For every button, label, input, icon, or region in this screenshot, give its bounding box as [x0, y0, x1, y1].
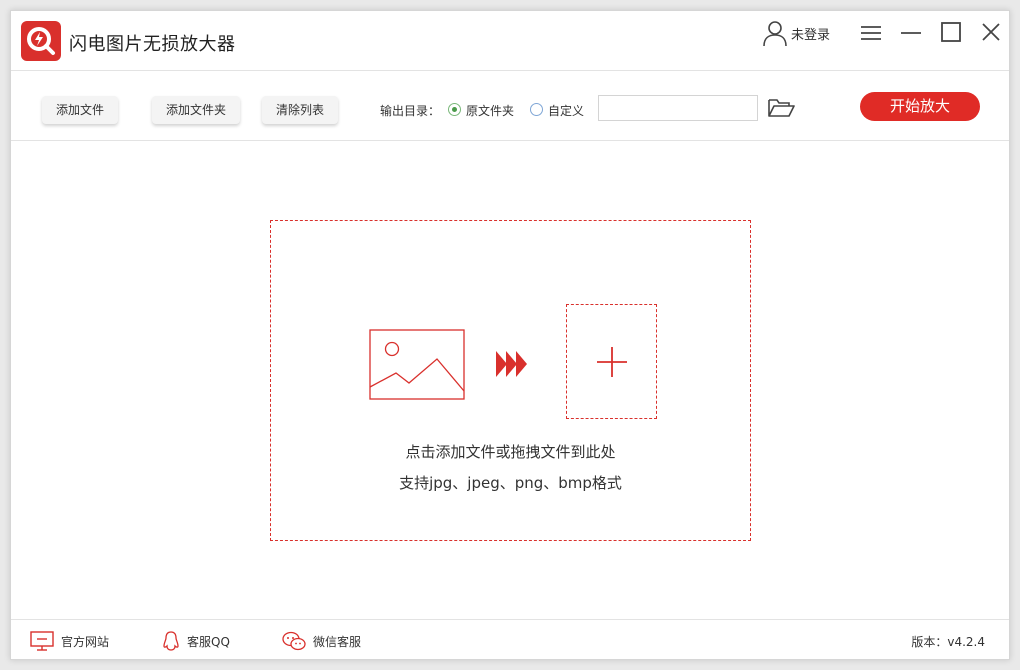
wechat-icon	[282, 631, 306, 651]
radio-custom-folder-label[interactable]: 自定义	[548, 102, 584, 119]
close-button[interactable]	[976, 19, 1006, 47]
add-image-placeholder	[566, 304, 657, 419]
add-file-button[interactable]: 添加文件	[42, 96, 119, 124]
app-window: 闪电图片无损放大器 未登录 添加文件 添加文件夹 清除列表 输出目录： 原文件夹…	[10, 10, 1010, 660]
radio-original-folder-label[interactable]: 原文件夹	[466, 102, 514, 119]
start-enlarge-button[interactable]: 开始放大	[860, 92, 980, 121]
wechat-service-link[interactable]: 微信客服	[281, 630, 361, 652]
customer-service-qq-label: 客服QQ	[187, 634, 230, 649]
close-icon	[982, 23, 1000, 41]
file-drop-zone[interactable]: 点击添加文件或拖拽文件到此处 支持jpg、jpeg、png、bmp格式	[270, 220, 751, 541]
minimize-icon	[901, 32, 921, 34]
output-dir-label: 输出目录：	[380, 104, 441, 118]
clear-list-button[interactable]: 清除列表	[262, 96, 339, 124]
wechat-service-label: 微信客服	[313, 634, 362, 649]
app-logo-icon	[21, 21, 61, 61]
plus-icon	[597, 347, 627, 377]
toolbar: 添加文件 添加文件夹 清除列表 输出目录： 原文件夹 自定义 开始放大	[11, 71, 1009, 141]
monitor-icon	[30, 631, 54, 651]
customer-service-qq-link[interactable]: 客服QQ	[161, 630, 230, 652]
menu-button[interactable]	[856, 19, 886, 47]
official-website-label: 官方网站	[61, 634, 110, 649]
qq-penguin-icon	[163, 631, 179, 651]
maximize-button[interactable]	[936, 19, 966, 47]
radio-original-folder[interactable]	[448, 103, 461, 116]
fast-forward-arrows-icon	[496, 351, 527, 377]
login-button[interactable]: 未登录	[761, 19, 830, 47]
official-website-link[interactable]: 官方网站	[29, 630, 109, 652]
minimize-button[interactable]	[896, 19, 926, 47]
supported-formats-text: 支持jpg、jpeg、png、bmp格式	[399, 474, 622, 492]
title-bar: 闪电图片无损放大器 未登录	[11, 11, 1009, 71]
version-label: 版本：v4.2.4	[911, 635, 985, 649]
image-icon	[369, 329, 465, 400]
browse-folder-button[interactable]	[767, 97, 795, 119]
radio-custom-folder[interactable]	[530, 103, 543, 116]
user-icon	[763, 21, 787, 47]
app-title: 闪电图片无损放大器	[69, 34, 236, 55]
drop-hint-text: 点击添加文件或拖拽文件到此处	[405, 443, 616, 461]
maximize-icon	[941, 22, 961, 42]
menu-icon	[861, 26, 881, 40]
footer-bar: 官方网站 客服QQ 微信客服 版本：v4.2.4	[11, 619, 1009, 661]
folder-open-icon	[768, 99, 795, 117]
login-status-label: 未登录	[791, 27, 831, 43]
add-folder-button[interactable]: 添加文件夹	[152, 96, 241, 124]
output-path-input[interactable]	[598, 95, 758, 121]
